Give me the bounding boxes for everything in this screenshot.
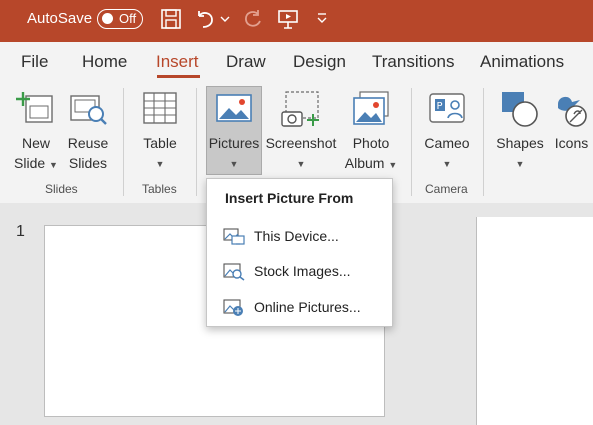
- save-icon[interactable]: [160, 8, 182, 30]
- icons-label: Icons: [554, 135, 589, 151]
- tab-transitions[interactable]: Transitions: [372, 52, 455, 72]
- customize-toolbar-icon[interactable]: [316, 12, 328, 26]
- undo-icon[interactable]: [194, 8, 216, 30]
- chevron-down-icon: ▼: [155, 159, 165, 169]
- ribbon-tabs: File Home Insert Draw Design Transitions…: [0, 42, 593, 82]
- reuse-slides-button[interactable]: Reuse Slides: [62, 86, 114, 178]
- title-bar: AutoSave Off: [0, 0, 593, 42]
- tab-draw[interactable]: Draw: [226, 52, 266, 72]
- cameo-icon: P: [429, 93, 465, 123]
- chevron-down-icon: ▼: [229, 159, 239, 169]
- chevron-down-icon: ▼: [442, 159, 452, 169]
- cameo-label: Cameo: [424, 135, 470, 151]
- photo-album-label-1: Photo: [352, 135, 390, 151]
- shapes-button[interactable]: Shapes ▼: [492, 86, 548, 178]
- online-pictures-icon: [223, 299, 243, 316]
- autosave-toggle[interactable]: Off: [97, 9, 143, 29]
- menu-item-label: This Device...: [254, 228, 339, 244]
- menu-item-online-pictures[interactable]: Online Pictures...: [207, 290, 392, 324]
- photo-album-label-2-wrap: Album ▼: [338, 153, 404, 175]
- chevron-down-icon: ▼: [388, 160, 398, 170]
- new-slide-icon: [16, 92, 53, 123]
- new-slide-label-1: New: [21, 135, 50, 151]
- chevron-down-icon: ▼: [515, 159, 525, 169]
- chevron-down-icon: ▼: [49, 160, 58, 170]
- slide-canvas[interactable]: [476, 217, 593, 425]
- menu-item-label: Stock Images...: [254, 263, 351, 279]
- photo-album-icon: [353, 91, 389, 125]
- tab-home[interactable]: Home: [82, 52, 127, 72]
- table-icon: [143, 92, 177, 124]
- photo-album-label-2: Album: [344, 155, 385, 171]
- svg-text:P: P: [437, 101, 443, 112]
- screenshot-label: Screenshot: [265, 135, 337, 151]
- slide-number: 1: [16, 223, 25, 240]
- tab-insert[interactable]: Insert: [156, 52, 199, 72]
- menu-item-this-device[interactable]: This Device...: [207, 219, 392, 253]
- undo-dropdown-icon[interactable]: [220, 14, 230, 24]
- insert-picture-menu: Insert Picture From This Device... Stock…: [206, 178, 393, 327]
- shapes-icon: [502, 92, 538, 127]
- menu-header: Insert Picture From: [225, 190, 354, 206]
- cameo-button[interactable]: P Cameo ▼: [420, 86, 474, 178]
- reuse-slides-icon: [70, 95, 107, 125]
- reuse-slides-label-1: Reuse: [67, 135, 109, 151]
- new-slide-label-2-wrap: Slide ▼: [8, 153, 64, 175]
- new-slide-button[interactable]: New Slide ▼: [8, 86, 64, 178]
- tab-design[interactable]: Design: [293, 52, 346, 72]
- pictures-icon: [216, 94, 252, 122]
- screenshot-button[interactable]: Screenshot ▼: [264, 86, 338, 178]
- group-separator: [123, 88, 124, 196]
- tab-animations[interactable]: Animations: [480, 52, 564, 72]
- group-separator: [483, 88, 484, 196]
- toggle-knob: [102, 13, 113, 24]
- group-label-tables: Tables: [142, 182, 177, 196]
- group-separator: [196, 88, 197, 196]
- stock-images-icon: [223, 263, 245, 281]
- autosave-label: AutoSave: [27, 10, 93, 27]
- chevron-down-icon: ▼: [296, 159, 306, 169]
- table-label: Table: [143, 135, 177, 151]
- pictures-button[interactable]: Pictures ▼: [206, 86, 262, 175]
- autosave-state: Off: [119, 11, 137, 26]
- table-button[interactable]: Table ▼: [136, 86, 184, 178]
- pictures-label: Pictures: [208, 135, 260, 151]
- menu-item-stock-images[interactable]: Stock Images...: [207, 254, 392, 288]
- new-slide-label-2: Slide: [14, 155, 46, 171]
- tab-file[interactable]: File: [21, 52, 48, 72]
- device-picture-icon: [223, 228, 245, 245]
- group-label-camera: Camera: [425, 182, 468, 196]
- photo-album-button[interactable]: Photo Album ▼: [338, 86, 404, 178]
- present-icon[interactable]: [277, 8, 299, 30]
- icons-icon: [558, 96, 587, 127]
- group-separator: [411, 88, 412, 196]
- menu-item-label: Online Pictures...: [254, 299, 361, 315]
- shapes-label: Shapes: [496, 135, 544, 151]
- screenshot-icon: [281, 91, 319, 127]
- reuse-slides-label-2: Slides: [68, 155, 108, 171]
- group-label-slides: Slides: [45, 182, 78, 196]
- icons-button[interactable]: Icons: [550, 86, 593, 178]
- active-tab-indicator: [157, 75, 200, 78]
- redo-icon[interactable]: [242, 8, 264, 30]
